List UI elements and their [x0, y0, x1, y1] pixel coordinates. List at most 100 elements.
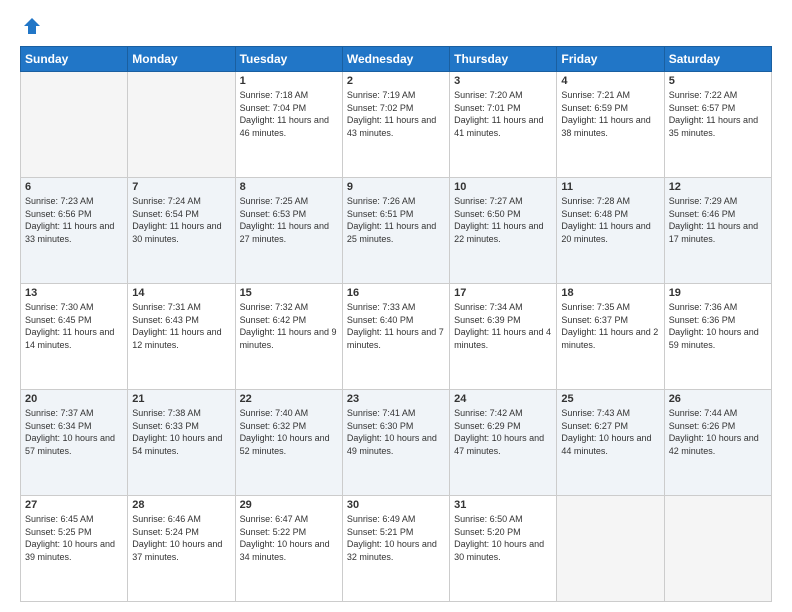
calendar-day-cell: 10 Sunrise: 7:27 AMSunset: 6:50 PMDayligh… [450, 178, 557, 284]
calendar-day-cell [128, 72, 235, 178]
calendar-day-cell: 1 Sunrise: 7:18 AMSunset: 7:04 PMDaylight… [235, 72, 342, 178]
day-info: Sunrise: 7:19 AMSunset: 7:02 PMDaylight:… [347, 89, 445, 139]
day-number: 2 [347, 75, 445, 87]
day-info: Sunrise: 7:23 AMSunset: 6:56 PMDaylight:… [25, 195, 123, 245]
day-number: 14 [132, 287, 230, 299]
day-info: Sunrise: 6:46 AMSunset: 5:24 PMDaylight:… [132, 513, 230, 563]
day-number: 17 [454, 287, 552, 299]
calendar-day-cell: 11 Sunrise: 7:28 AMSunset: 6:48 PMDayligh… [557, 178, 664, 284]
day-info: Sunrise: 7:27 AMSunset: 6:50 PMDaylight:… [454, 195, 552, 245]
day-info: Sunrise: 6:45 AMSunset: 5:25 PMDaylight:… [25, 513, 123, 563]
calendar-day-cell: 22 Sunrise: 7:40 AMSunset: 6:32 PMDayligh… [235, 390, 342, 496]
calendar-day-cell: 3 Sunrise: 7:20 AMSunset: 7:01 PMDaylight… [450, 72, 557, 178]
calendar-day-cell: 15Sunrise: 7:32 AMSunset: 6:42 PMDayligh… [235, 284, 342, 390]
calendar-week-row: 1 Sunrise: 7:18 AMSunset: 7:04 PMDaylight… [21, 72, 772, 178]
day-info: Sunrise: 7:20 AMSunset: 7:01 PMDaylight:… [454, 89, 552, 139]
day-info: Sunrise: 7:36 AMSunset: 6:36 PMDaylight:… [669, 301, 767, 351]
calendar-day-cell: 17 Sunrise: 7:34 AMSunset: 6:39 PMDayligh… [450, 284, 557, 390]
day-header-friday: Friday [557, 47, 664, 72]
calendar-day-cell: 31 Sunrise: 6:50 AMSunset: 5:20 PMDayligh… [450, 496, 557, 602]
day-number: 22 [240, 393, 338, 405]
calendar-day-cell: 30 Sunrise: 6:49 AMSunset: 5:21 PMDayligh… [342, 496, 449, 602]
day-number: 5 [669, 75, 767, 87]
day-info: Sunrise: 7:42 AMSunset: 6:29 PMDaylight:… [454, 407, 552, 457]
day-number: 28 [132, 499, 230, 511]
calendar-day-cell: 29 Sunrise: 6:47 AMSunset: 5:22 PMDayligh… [235, 496, 342, 602]
header [20, 16, 772, 36]
day-number: 31 [454, 499, 552, 511]
day-info: Sunrise: 7:22 AMSunset: 6:57 PMDaylight:… [669, 89, 767, 139]
day-info: Sunrise: 7:29 AMSunset: 6:46 PMDaylight:… [669, 195, 767, 245]
calendar-table: SundayMondayTuesdayWednesdayThursdayFrid… [20, 46, 772, 602]
day-number: 12 [669, 181, 767, 193]
calendar-day-cell: 6 Sunrise: 7:23 AMSunset: 6:56 PMDaylight… [21, 178, 128, 284]
day-info: Sunrise: 7:37 AMSunset: 6:34 PMDaylight:… [25, 407, 123, 457]
calendar-day-cell: 24 Sunrise: 7:42 AMSunset: 6:29 PMDayligh… [450, 390, 557, 496]
day-info: Sunrise: 7:33 AMSunset: 6:40 PMDaylight:… [347, 301, 445, 351]
page: SundayMondayTuesdayWednesdayThursdayFrid… [0, 0, 792, 612]
day-info: Sunrise: 7:40 AMSunset: 6:32 PMDaylight:… [240, 407, 338, 457]
day-number: 29 [240, 499, 338, 511]
calendar-day-cell: 2 Sunrise: 7:19 AMSunset: 7:02 PMDaylight… [342, 72, 449, 178]
calendar-header-row: SundayMondayTuesdayWednesdayThursdayFrid… [21, 47, 772, 72]
logo [20, 16, 42, 36]
day-info: Sunrise: 6:47 AMSunset: 5:22 PMDaylight:… [240, 513, 338, 563]
logo-icon [22, 16, 42, 36]
calendar-day-cell: 20 Sunrise: 7:37 AMSunset: 6:34 PMDayligh… [21, 390, 128, 496]
day-number: 20 [25, 393, 123, 405]
day-header-tuesday: Tuesday [235, 47, 342, 72]
calendar-day-cell: 23Sunrise: 7:41 AMSunset: 6:30 PMDayligh… [342, 390, 449, 496]
calendar-day-cell: 16 Sunrise: 7:33 AMSunset: 6:40 PMDayligh… [342, 284, 449, 390]
day-number: 8 [240, 181, 338, 193]
day-number: 26 [669, 393, 767, 405]
day-number: 1 [240, 75, 338, 87]
day-info: Sunrise: 6:50 AMSunset: 5:20 PMDaylight:… [454, 513, 552, 563]
calendar-day-cell: 13Sunrise: 7:30 AMSunset: 6:45 PMDayligh… [21, 284, 128, 390]
day-info: Sunrise: 7:28 AMSunset: 6:48 PMDaylight:… [561, 195, 659, 245]
calendar-week-row: 20 Sunrise: 7:37 AMSunset: 6:34 PMDayligh… [21, 390, 772, 496]
day-info: Sunrise: 7:18 AMSunset: 7:04 PMDaylight:… [240, 89, 338, 139]
day-number: 10 [454, 181, 552, 193]
calendar-day-cell: 19 Sunrise: 7:36 AMSunset: 6:36 PMDayligh… [664, 284, 771, 390]
calendar-day-cell [21, 72, 128, 178]
day-number: 6 [25, 181, 123, 193]
day-info: Sunrise: 7:26 AMSunset: 6:51 PMDaylight:… [347, 195, 445, 245]
calendar-day-cell: 12 Sunrise: 7:29 AMSunset: 6:46 PMDayligh… [664, 178, 771, 284]
day-number: 4 [561, 75, 659, 87]
calendar-day-cell: 27 Sunrise: 6:45 AMSunset: 5:25 PMDayligh… [21, 496, 128, 602]
day-number: 16 [347, 287, 445, 299]
day-number: 24 [454, 393, 552, 405]
day-info: Sunrise: 7:38 AMSunset: 6:33 PMDaylight:… [132, 407, 230, 457]
day-header-monday: Monday [128, 47, 235, 72]
day-number: 21 [132, 393, 230, 405]
day-header-wednesday: Wednesday [342, 47, 449, 72]
calendar-day-cell [664, 496, 771, 602]
day-number: 23 [347, 393, 445, 405]
day-number: 15 [240, 287, 338, 299]
calendar-day-cell: 5 Sunrise: 7:22 AMSunset: 6:57 PMDaylight… [664, 72, 771, 178]
day-info: Sunrise: 7:25 AMSunset: 6:53 PMDaylight:… [240, 195, 338, 245]
day-info: Sunrise: 6:49 AMSunset: 5:21 PMDaylight:… [347, 513, 445, 563]
day-number: 11 [561, 181, 659, 193]
day-number: 18 [561, 287, 659, 299]
day-number: 19 [669, 287, 767, 299]
calendar-week-row: 6 Sunrise: 7:23 AMSunset: 6:56 PMDaylight… [21, 178, 772, 284]
day-info: Sunrise: 7:35 AMSunset: 6:37 PMDaylight:… [561, 301, 659, 351]
day-number: 13 [25, 287, 123, 299]
day-info: Sunrise: 7:44 AMSunset: 6:26 PMDaylight:… [669, 407, 767, 457]
day-info: Sunrise: 7:34 AMSunset: 6:39 PMDaylight:… [454, 301, 552, 351]
calendar-day-cell [557, 496, 664, 602]
day-info: Sunrise: 7:43 AMSunset: 6:27 PMDaylight:… [561, 407, 659, 457]
day-number: 30 [347, 499, 445, 511]
calendar-day-cell: 9 Sunrise: 7:26 AMSunset: 6:51 PMDaylight… [342, 178, 449, 284]
calendar-week-row: 27 Sunrise: 6:45 AMSunset: 5:25 PMDayligh… [21, 496, 772, 602]
day-number: 27 [25, 499, 123, 511]
day-number: 9 [347, 181, 445, 193]
calendar-day-cell: 21 Sunrise: 7:38 AMSunset: 6:33 PMDayligh… [128, 390, 235, 496]
calendar-day-cell: 7Sunrise: 7:24 AMSunset: 6:54 PMDaylight… [128, 178, 235, 284]
calendar-day-cell: 26 Sunrise: 7:44 AMSunset: 6:26 PMDayligh… [664, 390, 771, 496]
day-header-thursday: Thursday [450, 47, 557, 72]
day-number: 3 [454, 75, 552, 87]
calendar-week-row: 13Sunrise: 7:30 AMSunset: 6:45 PMDayligh… [21, 284, 772, 390]
day-info: Sunrise: 7:31 AMSunset: 6:43 PMDaylight:… [132, 301, 230, 351]
